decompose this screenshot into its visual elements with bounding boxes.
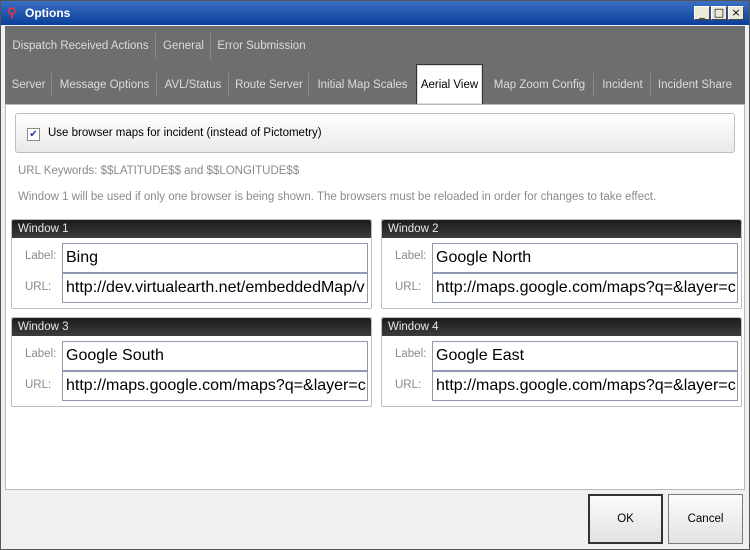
window-4-url-caption: URL:: [395, 379, 422, 391]
window-1-header: Window 1: [12, 220, 371, 238]
window-4-url-input[interactable]: http://maps.google.com/maps?q=&layer=c: [432, 371, 738, 401]
tab-general[interactable]: General: [156, 26, 211, 66]
window-3-url-input[interactable]: http://maps.google.com/maps?q=&layer=c: [62, 371, 368, 401]
fork-icon: ⚲: [7, 5, 17, 20]
dialog-footer: OK Cancel: [5, 490, 745, 547]
tab-incident[interactable]: Incident: [594, 66, 651, 104]
tab-dispatch-received-actions[interactable]: Dispatch Received Actions: [5, 26, 156, 66]
window-1-label-input[interactable]: Bing: [62, 243, 368, 273]
window-3-label-input[interactable]: Google South: [62, 341, 368, 371]
tab-server[interactable]: Server: [5, 66, 52, 104]
tab-aerial-view[interactable]: Aerial View: [416, 64, 483, 104]
aerial-view-panel: ✔ Use browser maps for incident (instead…: [5, 104, 745, 490]
browser-maps-label[interactable]: Use browser maps for incident (instead o…: [48, 127, 322, 139]
tab-incident-share[interactable]: Incident Share: [651, 66, 739, 104]
minimize-button[interactable]: _: [694, 6, 710, 20]
close-button[interactable]: ×: [728, 6, 744, 20]
window-1-url-input[interactable]: http://dev.virtualearth.net/embeddedMap/…: [62, 273, 368, 303]
ok-button[interactable]: OK: [588, 494, 663, 544]
tab-error-submission[interactable]: Error Submission: [211, 26, 312, 66]
window-3-group: Window 3 Label: Google South URL: http:/…: [11, 317, 372, 407]
window-1-url-caption: URL:: [25, 281, 52, 293]
window-2-group: Window 2 Label: Google North URL: http:/…: [381, 219, 742, 309]
maximize-button[interactable]: □: [711, 6, 727, 20]
tab-initial-map-scales[interactable]: Initial Map Scales: [309, 66, 416, 104]
window-1-label-caption: Label:: [25, 250, 57, 262]
window-2-header: Window 2: [382, 220, 741, 238]
window-2-label-caption: Label:: [395, 250, 427, 262]
window-title: Options: [25, 6, 71, 20]
window-4-label-caption: Label:: [395, 348, 427, 360]
window-3-label-caption: Label:: [25, 348, 57, 360]
window-4-label-input[interactable]: Google East: [432, 341, 738, 371]
window-1-group: Window 1 Label: Bing URL: http://dev.vir…: [11, 219, 372, 309]
window-3-url-caption: URL:: [25, 379, 52, 391]
window-4-group: Window 4 Label: Google East URL: http://…: [381, 317, 742, 407]
tab-row-2: Server Message Options AVL/Status Route …: [5, 64, 745, 104]
window-2-url-caption: URL:: [395, 281, 422, 293]
url-keywords-text: URL Keywords: $$LATITUDE$$ and $$LONGITU…: [18, 165, 300, 177]
tab-route-server[interactable]: Route Server: [229, 66, 309, 104]
window-3-header: Window 3: [12, 318, 371, 336]
browser-maps-checkbox[interactable]: ✔: [27, 128, 40, 141]
tab-map-zoom-config[interactable]: Map Zoom Config: [485, 66, 594, 104]
options-window: ⚲ Options _ □ × Dispatch Received Action…: [0, 0, 750, 550]
window-2-label-input[interactable]: Google North: [432, 243, 738, 273]
tab-message-options[interactable]: Message Options: [52, 66, 157, 104]
browser-maps-option[interactable]: ✔ Use browser maps for incident (instead…: [15, 113, 735, 153]
title-bar[interactable]: ⚲ Options _ □ ×: [1, 1, 749, 25]
tab-avl-status[interactable]: AVL/Status: [157, 66, 229, 104]
reload-note-text: Window 1 will be used if only one browse…: [18, 191, 657, 203]
window-2-url-input[interactable]: http://maps.google.com/maps?q=&layer=c: [432, 273, 738, 303]
tab-row-1: Dispatch Received Actions General Error …: [5, 26, 745, 66]
cancel-button[interactable]: Cancel: [668, 494, 743, 544]
window-4-header: Window 4: [382, 318, 741, 336]
